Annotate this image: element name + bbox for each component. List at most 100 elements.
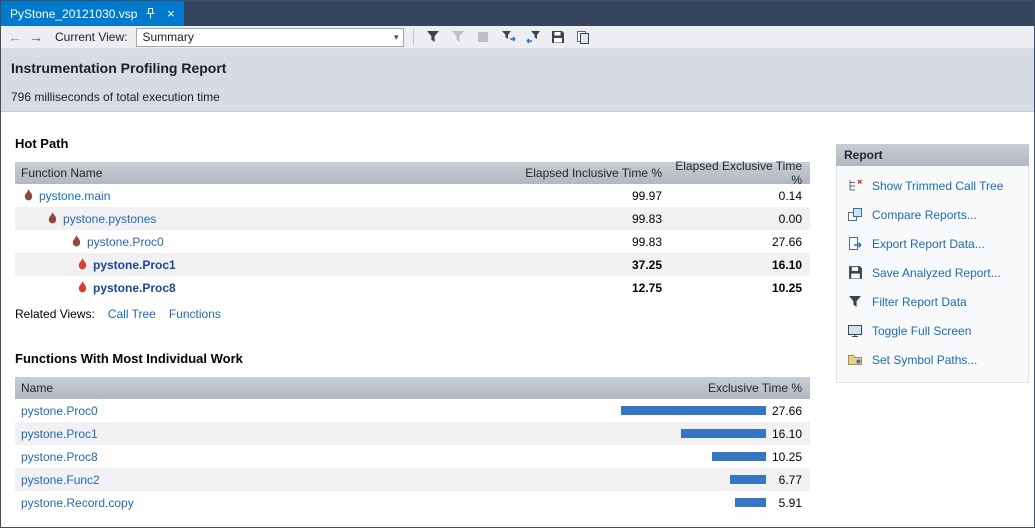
report-subtitle: 796 milliseconds of total execution time xyxy=(11,90,1024,104)
full-screen-icon xyxy=(847,323,863,339)
flame-icon xyxy=(77,281,88,294)
table-row: pystone.Proc0 99.83 27.66 xyxy=(15,230,810,253)
function-link[interactable]: pystone.Record.copy xyxy=(21,496,134,510)
value-bar xyxy=(730,475,766,484)
flame-icon xyxy=(23,189,34,202)
inclusive-time-value: 99.83 xyxy=(520,212,670,226)
exclusive-time-value: 10.25 xyxy=(766,450,810,464)
view-dropdown-value: Summary xyxy=(142,30,193,44)
function-link[interactable]: pystone.main xyxy=(39,189,110,203)
compare-reports-icon xyxy=(847,207,863,223)
export-report-icon xyxy=(847,236,863,252)
report-item-label: Save Analyzed Report... xyxy=(872,266,1001,280)
exclusive-time-value: 6.77 xyxy=(766,473,810,487)
report-item-save-analyzed-report[interactable]: Save Analyzed Report... xyxy=(837,258,1028,287)
document-tab-label: PyStone_20121030.vsp xyxy=(10,7,137,21)
chevron-down-icon: ▾ xyxy=(394,32,399,43)
report-item-set-symbol-paths[interactable]: Set Symbol Paths... xyxy=(837,345,1028,374)
report-panel: Report Show Trimmed Call Tree Compare Re… xyxy=(836,144,1029,527)
table-row: pystone.Proc8 12.75 10.25 xyxy=(15,276,810,299)
column-header-name[interactable]: Name xyxy=(15,381,255,395)
related-views: Related Views: Call Tree Functions xyxy=(15,307,810,321)
stop-icon[interactable] xyxy=(473,28,493,47)
close-icon[interactable]: × xyxy=(164,7,177,20)
export-filter-icon[interactable] xyxy=(498,28,518,47)
report-item-show-trimmed-call-tree[interactable]: Show Trimmed Call Tree xyxy=(837,171,1028,200)
profiler-window: PyStone_20121030.vsp × ← → Current View:… xyxy=(0,0,1035,528)
exclusive-time-value: 16.10 xyxy=(670,258,810,272)
column-header-exclusive-time[interactable]: Elapsed Exclusive Time % xyxy=(670,159,810,187)
exclusive-time-value: 0.00 xyxy=(670,212,810,226)
related-link-call-tree[interactable]: Call Tree xyxy=(108,307,156,321)
function-link[interactable]: pystone.Func2 xyxy=(21,473,100,487)
value-bar xyxy=(735,498,766,507)
report-header: Instrumentation Profiling Report 796 mil… xyxy=(1,49,1034,112)
symbol-paths-icon xyxy=(847,352,863,368)
save-icon[interactable] xyxy=(548,28,568,47)
hot-path-table-header: Function Name Elapsed Inclusive Time % E… xyxy=(15,162,810,184)
value-bar xyxy=(681,429,766,438)
back-arrow-icon[interactable]: ← xyxy=(7,29,23,45)
table-row: pystone.Record.copy 5.91 xyxy=(15,491,810,514)
inclusive-time-value: 99.97 xyxy=(520,189,670,203)
function-link[interactable]: pystone.Proc0 xyxy=(87,235,164,249)
report-item-export-report-data[interactable]: Export Report Data... xyxy=(837,229,1028,258)
flame-icon xyxy=(77,258,88,271)
report-title: Instrumentation Profiling Report xyxy=(11,60,1024,76)
function-link[interactable]: pystone.Proc1 xyxy=(93,258,176,272)
report-item-toggle-full-screen[interactable]: Toggle Full Screen xyxy=(837,316,1028,345)
exclusive-time-value: 0.14 xyxy=(670,189,810,203)
report-item-label: Show Trimmed Call Tree xyxy=(872,179,1003,193)
report-panel-body: Show Trimmed Call Tree Compare Reports..… xyxy=(836,166,1029,383)
individual-work-table-header: Name Exclusive Time % xyxy=(15,377,810,399)
import-filter-icon[interactable] xyxy=(523,28,543,47)
report-item-label: Toggle Full Screen xyxy=(872,324,971,338)
filter-icon xyxy=(847,294,863,310)
toolbar-separator xyxy=(413,29,414,45)
table-row: pystone.Proc0 27.66 xyxy=(15,399,810,422)
document-tab[interactable]: PyStone_20121030.vsp × xyxy=(1,1,184,26)
function-link[interactable]: pystone.Proc0 xyxy=(21,404,98,418)
individual-work-title: Functions With Most Individual Work xyxy=(15,351,810,366)
hot-path-table: Function Name Elapsed Inclusive Time % E… xyxy=(15,162,810,299)
related-link-functions[interactable]: Functions xyxy=(169,307,221,321)
report-item-label: Export Report Data... xyxy=(872,237,985,251)
profiler-toolbar: ← → Current View: Summary ▾ xyxy=(1,26,1034,49)
column-header-function-name[interactable]: Function Name xyxy=(15,166,520,180)
save-report-icon xyxy=(847,265,863,281)
related-views-label: Related Views: xyxy=(15,307,95,321)
table-row: pystone.main 99.97 0.14 xyxy=(15,184,810,207)
function-link[interactable]: pystone.Proc8 xyxy=(21,450,98,464)
report-item-label: Filter Report Data xyxy=(872,295,967,309)
function-link[interactable]: pystone.Proc1 xyxy=(21,427,98,441)
table-row: pystone.pystones 99.83 0.00 xyxy=(15,207,810,230)
value-bar xyxy=(712,452,766,461)
individual-work-table: Name Exclusive Time % pystone.Proc0 27.6… xyxy=(15,377,810,514)
copy-report-icon[interactable] xyxy=(573,28,593,47)
inclusive-time-value: 37.25 xyxy=(520,258,670,272)
column-header-inclusive-time[interactable]: Elapsed Inclusive Time % xyxy=(520,166,670,180)
view-dropdown[interactable]: Summary ▾ xyxy=(136,28,404,47)
flame-icon xyxy=(71,235,82,248)
exclusive-time-value: 16.10 xyxy=(766,427,810,441)
table-row: pystone.Proc1 37.25 16.10 xyxy=(15,253,810,276)
value-bar xyxy=(621,406,766,415)
report-item-filter-report-data[interactable]: Filter Report Data xyxy=(837,287,1028,316)
table-row: pystone.Proc1 16.10 xyxy=(15,422,810,445)
inclusive-time-value: 99.83 xyxy=(520,235,670,249)
hot-path-title: Hot Path xyxy=(15,136,810,151)
function-link[interactable]: pystone.Proc8 xyxy=(93,281,176,295)
inclusive-time-value: 12.75 xyxy=(520,281,670,295)
clear-filter-icon[interactable] xyxy=(448,28,468,47)
pin-icon[interactable] xyxy=(144,7,157,20)
report-panel-title: Report xyxy=(836,144,1029,166)
forward-arrow-icon[interactable]: → xyxy=(28,29,44,45)
exclusive-time-value: 10.25 xyxy=(670,281,810,295)
report-item-compare-reports[interactable]: Compare Reports... xyxy=(837,200,1028,229)
current-view-label: Current View: xyxy=(55,30,127,44)
report-item-label: Set Symbol Paths... xyxy=(872,353,977,367)
document-tab-bar: PyStone_20121030.vsp × xyxy=(1,1,1034,26)
column-header-exclusive-time[interactable]: Exclusive Time % xyxy=(255,381,810,395)
filter-icon[interactable] xyxy=(423,28,443,47)
function-link[interactable]: pystone.pystones xyxy=(63,212,156,226)
